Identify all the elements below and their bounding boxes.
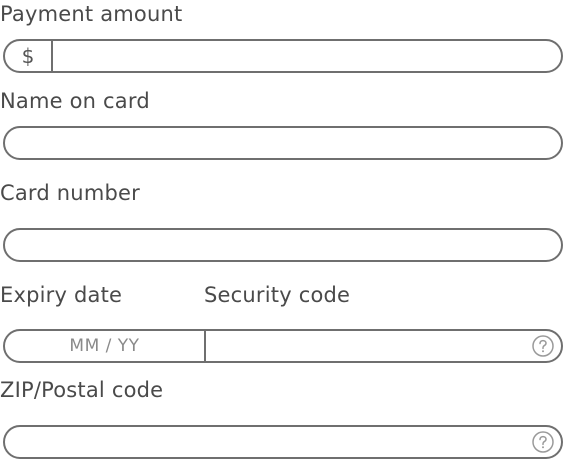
card-number-field xyxy=(3,228,563,262)
name-on-card-field xyxy=(3,126,563,160)
expiry-date-label: Expiry date xyxy=(0,283,123,307)
security-code-help-icon[interactable] xyxy=(532,335,554,357)
expiry-security-field xyxy=(3,329,563,363)
payment-amount-field: $ xyxy=(3,39,563,73)
zip-postal-code-input[interactable] xyxy=(5,427,529,457)
payment-amount-input[interactable] xyxy=(53,41,561,71)
security-code-label: Security code xyxy=(204,283,351,307)
payment-amount-label: Payment amount xyxy=(0,2,183,26)
name-on-card-input[interactable] xyxy=(5,128,561,158)
security-code-input[interactable] xyxy=(206,331,529,361)
zip-help-icon[interactable] xyxy=(532,431,554,453)
name-on-card-label: Name on card xyxy=(0,89,150,113)
card-number-input[interactable] xyxy=(5,230,561,260)
expiry-date-input[interactable] xyxy=(5,331,204,361)
zip-postal-code-field xyxy=(3,425,563,459)
zip-postal-code-label: ZIP/Postal code xyxy=(0,378,164,402)
currency-prefix: $ xyxy=(5,41,53,71)
card-number-label: Card number xyxy=(0,181,140,205)
